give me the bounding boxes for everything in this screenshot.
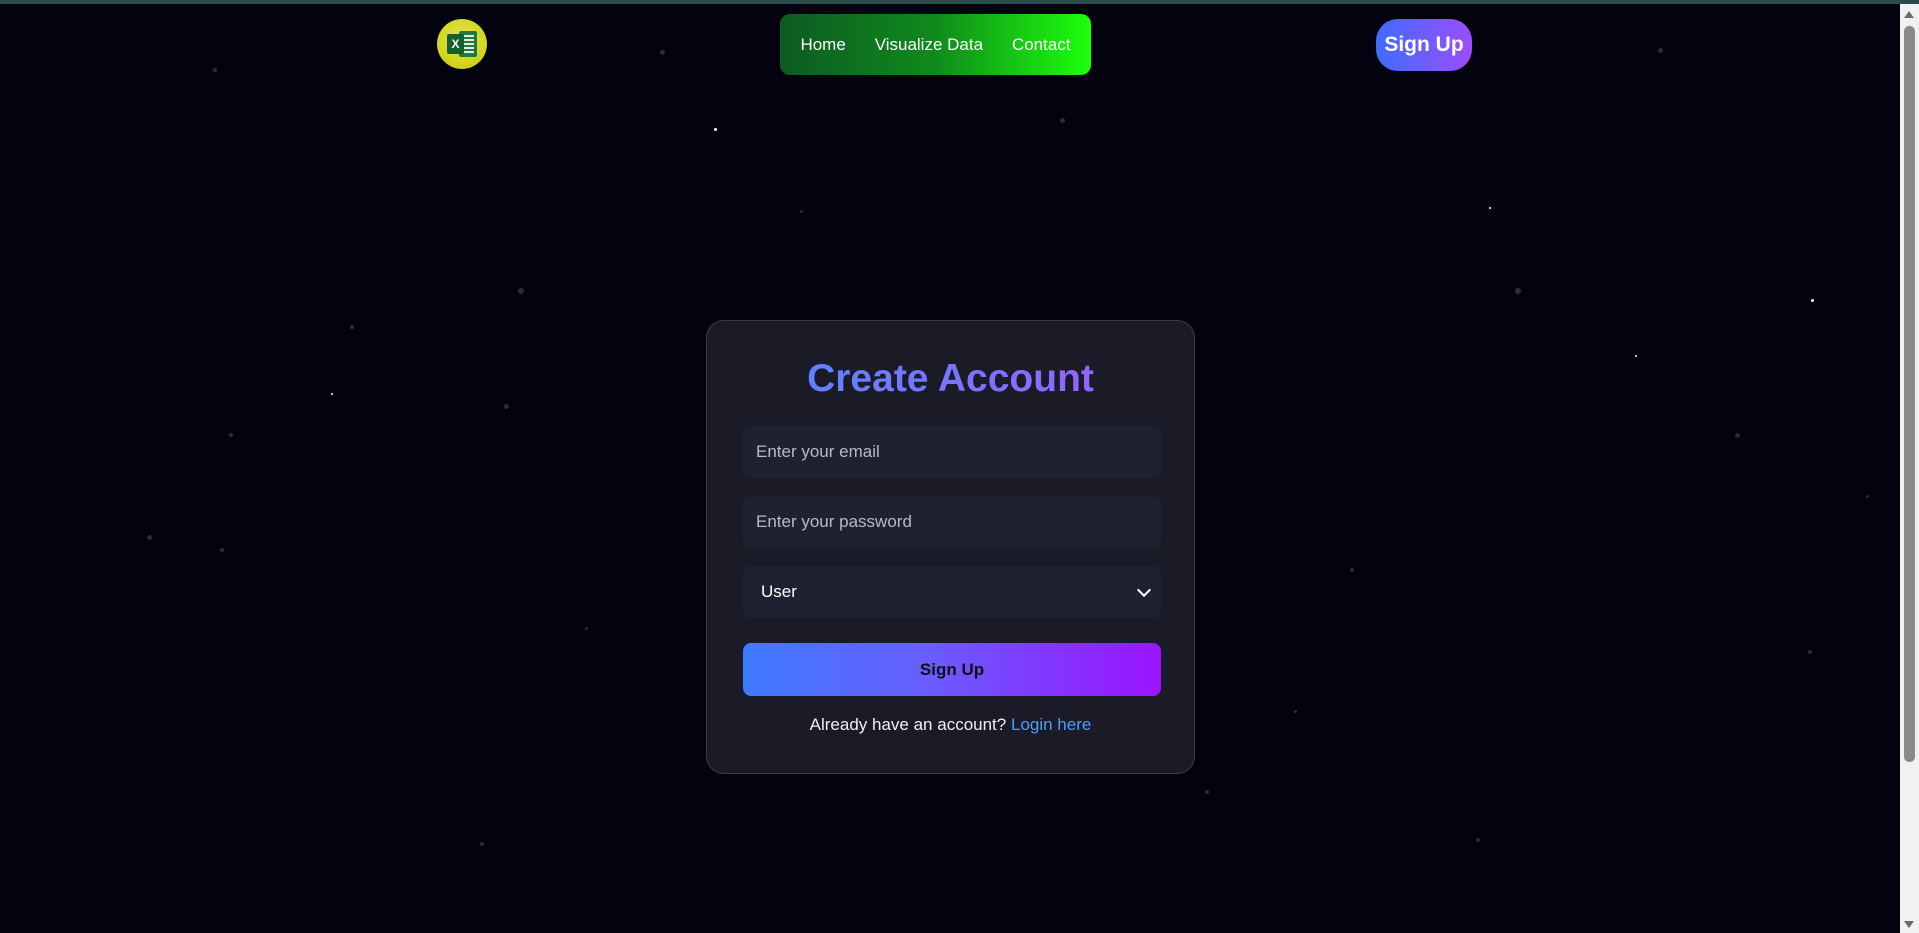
- scroll-up-arrow-icon[interactable]: [1904, 11, 1914, 18]
- create-account-card: Create Account User Sign Up Already have…: [706, 320, 1195, 774]
- signup-submit-button[interactable]: Sign Up: [743, 643, 1161, 696]
- nav-home-link[interactable]: Home: [800, 35, 845, 55]
- logo-letter: X: [447, 34, 464, 54]
- login-prompt: Already have an account? Login here: [707, 715, 1194, 735]
- login-link[interactable]: Login here: [1011, 715, 1091, 734]
- main-nav: Home Visualize Data Contact: [780, 14, 1091, 75]
- nav-contact-link[interactable]: Contact: [1012, 35, 1071, 55]
- role-select[interactable]: User: [743, 566, 1161, 618]
- password-field[interactable]: [743, 496, 1161, 548]
- scroll-down-arrow-icon[interactable]: [1904, 921, 1914, 928]
- spreadsheet-icon: X: [447, 31, 477, 57]
- chevron-down-icon: [1136, 582, 1152, 597]
- excel-logo-icon[interactable]: X: [437, 19, 487, 69]
- page-scrollbar[interactable]: [1900, 4, 1919, 933]
- email-field[interactable]: [743, 426, 1161, 478]
- header-signup-button[interactable]: Sign Up: [1376, 19, 1472, 71]
- page-title: Create Account: [707, 357, 1194, 401]
- nav-visualize-data-link[interactable]: Visualize Data: [875, 35, 983, 55]
- login-prompt-text: Already have an account?: [809, 715, 1007, 734]
- role-select-value: User: [761, 582, 797, 601]
- scroll-thumb[interactable]: [1904, 26, 1915, 762]
